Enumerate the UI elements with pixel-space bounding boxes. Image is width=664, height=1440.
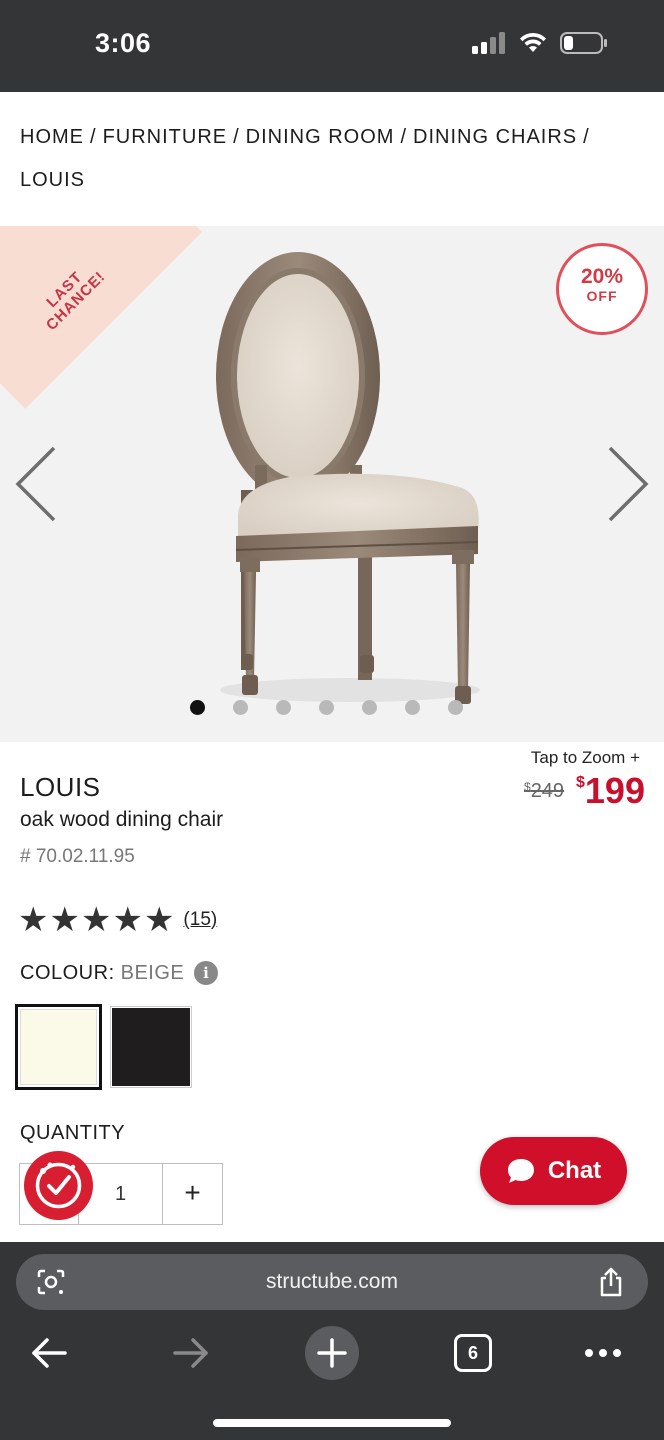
swatch-fill [112, 1008, 190, 1086]
product-sku: # 70.02.11.95 [20, 846, 135, 867]
breadcrumb-furniture[interactable]: FURNITURE [103, 126, 228, 148]
star-icon: ★ [18, 901, 49, 939]
breadcrumb-dining-room[interactable]: DINING ROOM [246, 126, 395, 148]
quantity-label: QUANTITY [20, 1122, 126, 1144]
sale-price: $199 [576, 770, 645, 812]
url-text[interactable]: structube.com [16, 1254, 648, 1310]
last-chance-ribbon: LAST CHANCE! [0, 226, 203, 409]
original-price-currency: $ [524, 780, 531, 794]
chat-button[interactable]: Chat [480, 1137, 627, 1205]
product-description: oak wood dining chair [20, 808, 224, 831]
colour-swatch-black[interactable] [110, 1006, 192, 1088]
product-image-chair [216, 252, 480, 704]
star-icon: ★ [112, 901, 143, 939]
chat-label: Chat [547, 1157, 602, 1184]
share-icon[interactable] [596, 1266, 626, 1298]
discount-badge: 20% OFF [556, 243, 648, 335]
discount-off-label: OFF [586, 288, 618, 304]
breadcrumb-separator: / [400, 126, 408, 148]
promo-badge-icon [35, 1162, 82, 1209]
previous-image-arrow-icon[interactable] [12, 444, 62, 524]
product-image-carousel[interactable]: LAST CHANCE! 20% OFF [0, 226, 664, 742]
status-bar: 3:06 [0, 0, 664, 92]
new-tab-icon[interactable] [304, 1325, 360, 1381]
breadcrumb-home[interactable]: HOME [20, 126, 84, 148]
cellular-signal-icon [472, 32, 505, 54]
wifi-icon [520, 32, 546, 52]
colour-swatch-beige[interactable] [15, 1004, 102, 1090]
chat-bubble-icon [507, 1159, 534, 1183]
product-rating[interactable]: ★★★★★ (15) [18, 902, 217, 938]
status-time: 3:06 [95, 28, 152, 58]
review-count-link[interactable]: (15) [183, 909, 217, 931]
breadcrumb-separator: / [583, 126, 590, 148]
sale-price-value: 199 [584, 770, 645, 811]
back-arrow-icon[interactable] [30, 1336, 68, 1370]
breadcrumb-current: LOUIS [20, 169, 86, 191]
colour-row: COLOUR: BEIGE i [20, 961, 219, 985]
star-icon: ★ [143, 901, 175, 939]
promo-widget-button[interactable] [24, 1151, 93, 1220]
carousel-dot[interactable] [233, 700, 248, 715]
quantity-increase-button[interactable]: + [163, 1164, 222, 1224]
tab-switcher-button[interactable]: 6 [454, 1334, 492, 1372]
tap-to-zoom-link[interactable]: Tap to Zoom + [531, 748, 640, 768]
discount-percent: 20% [580, 265, 624, 288]
breadcrumb-separator: / [233, 126, 240, 148]
carousel-dot[interactable] [448, 700, 463, 715]
product-name: LOUIS [20, 772, 101, 802]
star-icon: ★ [80, 901, 112, 939]
more-options-icon[interactable] [584, 1344, 622, 1362]
carousel-dot[interactable] [319, 700, 334, 715]
next-image-arrow-icon[interactable] [602, 444, 652, 524]
breadcrumb: HOME / FURNITURE / DINING ROOM / DINING CHAIRS… [20, 116, 650, 202]
sale-price-currency: $ [576, 774, 585, 791]
original-price-value: 249 [530, 780, 565, 802]
breadcrumb-dining-chairs[interactable]: DINING CHAIRS [413, 126, 577, 148]
original-price: $249 [524, 780, 564, 803]
rating-stars: ★★★★★ [18, 902, 175, 938]
carousel-dots [190, 700, 463, 715]
colour-value: BEIGE [120, 961, 185, 984]
forward-arrow-icon[interactable] [172, 1336, 210, 1370]
battery-icon [560, 32, 607, 54]
colour-label: COLOUR: [20, 961, 115, 984]
carousel-dot[interactable] [362, 700, 377, 715]
carousel-dot[interactable] [276, 700, 291, 715]
home-indicator [213, 1419, 451, 1427]
carousel-dot[interactable] [190, 700, 205, 715]
swatch-fill [20, 1009, 97, 1085]
breadcrumb-separator: / [90, 126, 97, 148]
status-icons [472, 32, 608, 54]
carousel-dot[interactable] [405, 700, 420, 715]
address-bar[interactable]: structube.com [16, 1254, 648, 1310]
info-icon[interactable]: i [194, 961, 219, 985]
star-icon: ★ [49, 901, 80, 939]
